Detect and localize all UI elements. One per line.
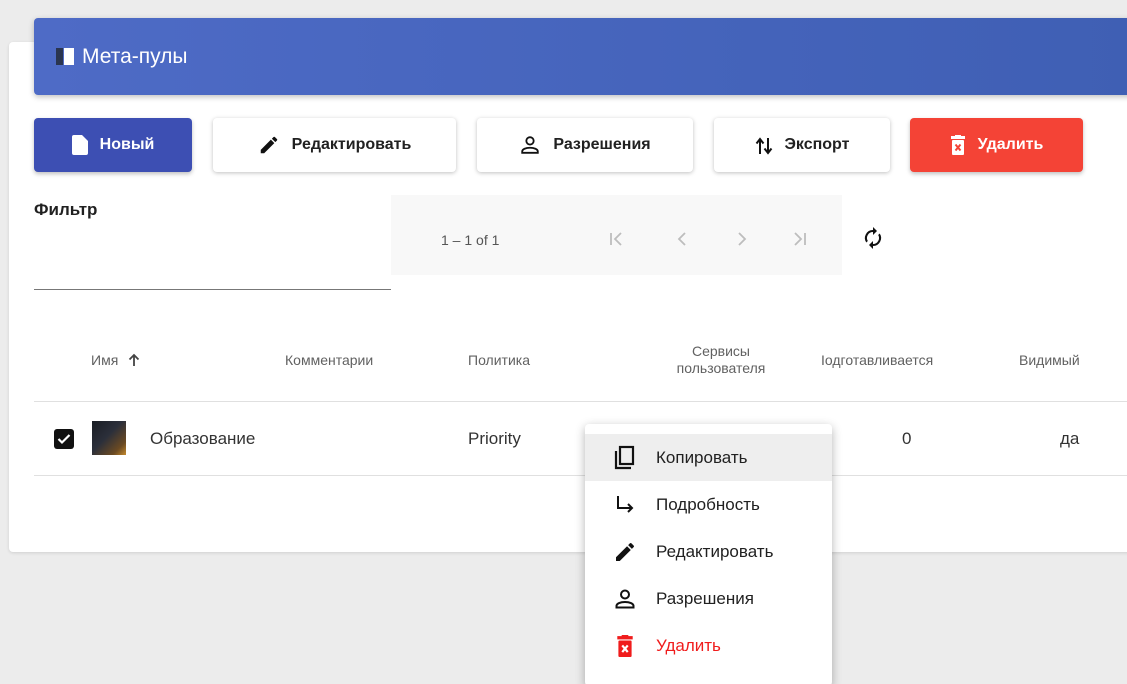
- chevron-left-icon: [677, 232, 686, 246]
- prev-page-button[interactable]: [671, 227, 695, 251]
- edit-button[interactable]: Редактировать: [213, 118, 456, 172]
- new-button[interactable]: Новый: [34, 118, 192, 172]
- column-header-name[interactable]: Имя: [91, 318, 140, 402]
- pager-range: 1 – 1 of 1: [441, 232, 500, 248]
- first-page-icon: [610, 232, 622, 246]
- copy-icon: [614, 445, 635, 469]
- data-table: Имя Комментарии Политика Сервисы пользов…: [34, 318, 1127, 476]
- last-page-button[interactable]: [787, 227, 811, 251]
- menu-item-label: Подробность: [656, 494, 760, 514]
- filter-input[interactable]: [34, 222, 391, 290]
- column-header-comments[interactable]: Комментарии: [285, 318, 373, 402]
- chevron-right-icon: [738, 232, 747, 246]
- file-icon: [71, 135, 88, 155]
- pencil-icon: [260, 136, 277, 154]
- new-button-label: Новый: [99, 136, 155, 153]
- first-page-button[interactable]: [605, 227, 629, 251]
- trash-icon: [950, 135, 965, 155]
- arrow-up-icon: [129, 353, 140, 366]
- table-row[interactable]: Образование Priority 0 да: [34, 402, 1127, 476]
- column-header-visible[interactable]: Видимый: [1019, 318, 1080, 402]
- page-header: Мета-пулы: [34, 18, 1127, 95]
- next-page-button[interactable]: [729, 227, 753, 251]
- permissions-button[interactable]: Разрешения: [477, 118, 693, 172]
- cell-visible: да: [1060, 429, 1080, 448]
- menu-item-label: Удалить: [656, 635, 721, 655]
- menu-item-label: Разрешения: [656, 588, 754, 608]
- pencil-icon: [616, 542, 635, 561]
- column-header-preparing[interactable]: Іодготавливается: [821, 318, 933, 402]
- check-icon: [57, 434, 71, 445]
- cell-name: Образование: [150, 429, 256, 448]
- paginator: 1 – 1 of 1: [391, 195, 842, 275]
- refresh-icon: [864, 227, 882, 249]
- pool-image: [92, 421, 126, 455]
- person-icon: [521, 136, 540, 154]
- column-header-policy[interactable]: Политика: [468, 318, 530, 402]
- subdirectory-arrow-icon: [617, 495, 634, 513]
- book-icon: [56, 48, 74, 65]
- menu-item-details[interactable]: Подробность: [585, 481, 832, 528]
- cell-policy: Priority: [468, 429, 521, 448]
- page-title: Мета-пулы: [82, 44, 188, 68]
- menu-item-copy[interactable]: Копировать: [585, 434, 832, 481]
- swap-vertical-icon: [755, 137, 772, 155]
- cell-preparing: 0: [902, 429, 912, 448]
- table-header: Имя Комментарии Политика Сервисы пользов…: [34, 318, 1127, 402]
- menu-item-label: Копировать: [656, 447, 748, 467]
- edit-button-label: Редактировать: [291, 136, 412, 153]
- trash-icon: [617, 634, 633, 657]
- row-checkbox[interactable]: [54, 429, 74, 449]
- filter-label: Фильтр: [34, 200, 98, 219]
- delete-button[interactable]: Удалить: [910, 118, 1083, 172]
- context-menu: Копировать Подробность Редактировать Раз…: [585, 424, 832, 684]
- export-button-label: Экспорт: [784, 136, 850, 153]
- refresh-button[interactable]: [857, 222, 889, 254]
- last-page-icon: [794, 232, 806, 246]
- permissions-button-label: Разрешения: [553, 136, 651, 153]
- menu-item-permissions[interactable]: Разрешения: [585, 575, 832, 622]
- delete-button-label: Удалить: [977, 136, 1044, 153]
- menu-item-edit[interactable]: Редактировать: [585, 528, 832, 575]
- export-button[interactable]: Экспорт: [714, 118, 890, 172]
- menu-item-delete[interactable]: Удалить: [585, 622, 832, 669]
- menu-item-label: Редактировать: [656, 541, 774, 561]
- column-header-services[interactable]: Сервисы пользователя: [659, 318, 783, 402]
- person-icon: [615, 589, 635, 608]
